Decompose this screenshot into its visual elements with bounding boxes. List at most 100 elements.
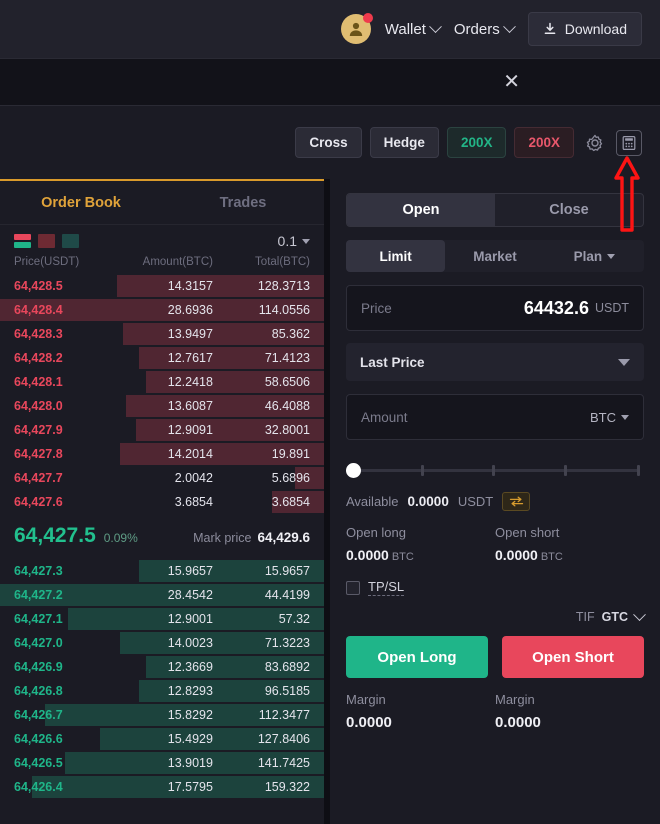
leverage-short-button[interactable]: 200X bbox=[514, 127, 574, 158]
leverage-long-button[interactable]: 200X bbox=[446, 127, 507, 158]
transfer-button[interactable] bbox=[502, 492, 531, 511]
margin-long: Margin 0.0000 bbox=[346, 692, 495, 731]
cell-total: 71.4123 bbox=[264, 351, 310, 365]
table-row[interactable]: 64,427.6 3.6854 3.6854 bbox=[0, 490, 324, 514]
cell-total: 96.5185 bbox=[264, 684, 310, 698]
cell-total: 46.4088 bbox=[264, 399, 310, 413]
table-row[interactable]: 64,426.8 12.8293 96.5185 bbox=[0, 679, 324, 703]
trigger-type-select[interactable]: Last Price bbox=[346, 343, 644, 381]
order-book-column-headers: Price(USDT) Amount(BTC) Total(BTC) bbox=[0, 251, 324, 274]
tab-order-book[interactable]: Order Book bbox=[0, 181, 162, 224]
notification-dot bbox=[362, 13, 373, 23]
table-row[interactable]: 64,426.5 13.9019 141.7425 bbox=[0, 751, 324, 775]
cell-amount: 15.9657 bbox=[167, 564, 213, 578]
tif-value[interactable]: GTC bbox=[602, 610, 628, 624]
table-row[interactable]: 64,427.0 14.0023 71.3223 bbox=[0, 631, 324, 655]
gear-icon bbox=[586, 134, 603, 151]
mid-price-row: 64,427.5 0.09% Mark price 64,429.6 bbox=[0, 514, 324, 559]
margin-short-value: 0.0000 bbox=[495, 714, 541, 731]
nav-wallet[interactable]: Wallet bbox=[384, 19, 442, 38]
cell-total: 128.3713 bbox=[257, 279, 310, 293]
header-price: Price(USDT) bbox=[14, 256, 80, 268]
close-icon[interactable]: ✕ bbox=[503, 72, 520, 92]
cell-total: 114.0556 bbox=[258, 303, 310, 317]
table-row[interactable]: 64,428.2 12.7617 71.4123 bbox=[0, 346, 324, 370]
cell-price: 64,426.7 bbox=[14, 708, 63, 722]
cell-amount: 17.5795 bbox=[167, 780, 213, 794]
depth-view-both-icon[interactable] bbox=[14, 234, 31, 248]
open-long-label: Open long bbox=[346, 525, 406, 540]
direction-tabs: Open Close bbox=[346, 193, 644, 227]
settings-button[interactable] bbox=[582, 130, 608, 156]
table-row[interactable]: 64,427.3 15.9657 15.9657 bbox=[0, 559, 324, 583]
open-long-button[interactable]: Open Long bbox=[346, 636, 488, 678]
margin-long-value: 0.0000 bbox=[346, 714, 392, 731]
position-mode-button[interactable]: Hedge bbox=[369, 127, 439, 158]
cell-price: 64,428.4 bbox=[14, 303, 63, 317]
cell-amount: 12.9091 bbox=[167, 423, 213, 437]
tpsl-label[interactable]: TP/SL bbox=[368, 579, 405, 596]
tab-close[interactable]: Close bbox=[495, 194, 643, 226]
cell-total: 141.7425 bbox=[257, 756, 310, 770]
slider-tick bbox=[420, 465, 424, 476]
cell-total: 44.4199 bbox=[264, 588, 310, 602]
table-row[interactable]: 64,426.9 12.3669 83.6892 bbox=[0, 655, 324, 679]
open-long-unit: BTC bbox=[391, 551, 414, 563]
table-row[interactable]: 64,426.6 15.4929 127.8406 bbox=[0, 727, 324, 751]
available-balance-row: Available 0.0000 USDT bbox=[346, 492, 644, 511]
caret-down-icon bbox=[618, 358, 630, 366]
cell-price: 64,426.4 bbox=[14, 780, 63, 794]
bid-rows: 64,427.3 15.9657 15.9657 64,427.2 28.4542 44.… bbox=[0, 559, 324, 799]
avatar[interactable] bbox=[340, 13, 373, 44]
tab-open[interactable]: Open bbox=[347, 194, 495, 226]
table-row[interactable]: 64,427.9 12.9091 32.8001 bbox=[0, 418, 324, 442]
cell-amount: 15.8292 bbox=[167, 708, 213, 722]
order-book-tabs: Order Book Trades bbox=[0, 181, 324, 225]
table-row[interactable]: 64,428.3 13.9497 85.362 bbox=[0, 322, 324, 346]
calculator-button[interactable] bbox=[616, 129, 642, 156]
tpsl-checkbox[interactable] bbox=[346, 580, 360, 595]
depth-view-asks-icon[interactable] bbox=[38, 234, 55, 248]
table-row[interactable]: 64,428.5 14.3157 128.3713 bbox=[0, 274, 324, 298]
table-row[interactable]: 64,427.2 28.4542 44.4199 bbox=[0, 583, 324, 607]
nav-wallet-label: Wallet bbox=[384, 20, 426, 38]
open-estimates: Open long 0.0000 BTC Open short 0.0000 BTC bbox=[346, 525, 644, 563]
amount-unit-selector[interactable]: BTC bbox=[590, 410, 629, 425]
table-row[interactable]: 64,426.4 17.5795 159.322 bbox=[0, 775, 324, 799]
table-row[interactable]: 64,427.1 12.9001 57.32 bbox=[0, 607, 324, 631]
open-short-button[interactable]: Open Short bbox=[502, 636, 644, 678]
swap-arrows-icon bbox=[509, 496, 523, 507]
table-row[interactable]: 64,427.8 14.2014 19.891 bbox=[0, 442, 324, 466]
margin-mode-button[interactable]: Cross bbox=[295, 127, 362, 158]
tab-market[interactable]: Market bbox=[445, 240, 544, 272]
order-type-tabs: Limit Market Plan bbox=[346, 240, 644, 272]
cell-amount: 14.0023 bbox=[167, 636, 213, 650]
tab-plan[interactable]: Plan bbox=[545, 240, 644, 272]
depth-view-bids-icon[interactable] bbox=[62, 234, 79, 248]
slider-tick bbox=[492, 465, 496, 476]
mark-price-value: 64,429.6 bbox=[257, 530, 310, 545]
cell-total: 159.322 bbox=[264, 780, 310, 794]
table-row[interactable]: 64,428.0 13.6087 46.4088 bbox=[0, 394, 324, 418]
tab-limit[interactable]: Limit bbox=[346, 240, 446, 272]
tab-trades[interactable]: Trades bbox=[162, 181, 324, 224]
table-row[interactable]: 64,426.7 15.8292 112.3477 bbox=[0, 703, 324, 727]
amount-slider[interactable] bbox=[346, 462, 644, 478]
margin-long-label: Margin bbox=[346, 692, 386, 707]
slider-handle[interactable] bbox=[346, 463, 361, 478]
tick-size-selector[interactable]: 0.1 bbox=[278, 233, 310, 249]
caret-down-icon bbox=[621, 414, 629, 420]
download-button[interactable]: Download bbox=[527, 12, 642, 46]
cell-amount: 12.8293 bbox=[167, 684, 213, 698]
chevron-down-icon bbox=[633, 607, 646, 621]
table-row[interactable]: 64,427.7 2.0042 5.6896 bbox=[0, 466, 324, 490]
table-row[interactable]: 64,428.1 12.2418 58.6506 bbox=[0, 370, 324, 394]
cell-price: 64,427.2 bbox=[14, 588, 63, 602]
amount-field[interactable]: Amount BTC bbox=[346, 394, 644, 440]
table-row[interactable]: 64,428.4 28.6936 114.0556 bbox=[0, 298, 324, 322]
price-field[interactable]: Price 64432.6 USDT bbox=[346, 285, 644, 331]
cell-total: 58.6506 bbox=[264, 375, 310, 389]
order-action-buttons: Open Long Open Short bbox=[346, 636, 644, 678]
nav-orders[interactable]: Orders bbox=[454, 19, 516, 38]
tab-plan-label: Plan bbox=[573, 248, 603, 264]
